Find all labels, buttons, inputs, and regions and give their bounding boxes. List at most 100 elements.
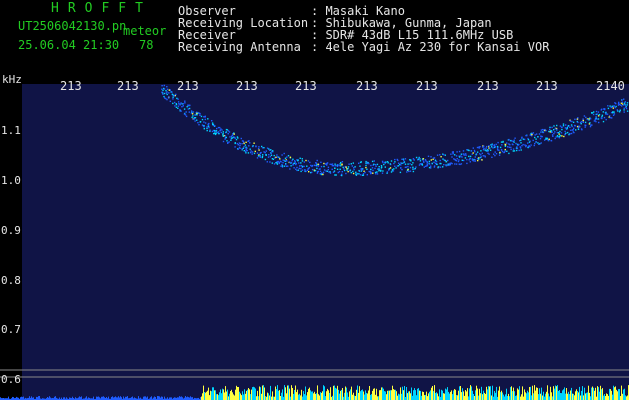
noise-bar <box>553 386 554 400</box>
noise-bar <box>234 395 235 400</box>
signal-pixel <box>166 86 168 88</box>
signal-pixel <box>337 171 339 174</box>
signal-pixel <box>273 163 276 165</box>
signal-pixel <box>471 153 473 155</box>
noise-bar <box>577 391 578 400</box>
noise-bar <box>242 391 243 400</box>
noise-bar <box>495 392 496 400</box>
signal-pixel <box>511 140 513 142</box>
noise-bar <box>465 390 466 400</box>
signal-pixel <box>206 126 208 128</box>
signal-pixel <box>442 153 445 156</box>
signal-pixel <box>174 101 176 104</box>
signal-pixel <box>256 152 259 154</box>
noise-bar <box>538 394 539 400</box>
signal-pixel <box>569 126 571 128</box>
noise-bar <box>516 395 517 400</box>
noise-bar <box>157 396 158 400</box>
noise-bar <box>391 390 392 400</box>
signal-pixel <box>597 111 600 113</box>
signal-pixel <box>609 117 611 119</box>
signal-pixel <box>228 131 231 133</box>
signal-pixel <box>595 120 597 123</box>
x-tick-label: 213 <box>416 79 438 93</box>
noise-bar <box>418 388 419 400</box>
x-tick-label: 213 <box>60 79 82 93</box>
signal-pixel <box>259 156 261 158</box>
noise-bar <box>450 391 451 400</box>
signal-pixel <box>300 164 302 167</box>
noise-bar <box>310 390 311 400</box>
signal-pixel <box>482 149 485 151</box>
signal-pixel <box>575 129 577 131</box>
signal-pixel <box>394 161 396 163</box>
signal-pixel <box>253 142 255 144</box>
signal-pixel <box>609 115 611 117</box>
noise-bar <box>309 387 310 400</box>
signal-pixel <box>408 170 410 173</box>
signal-pixel <box>515 142 517 145</box>
signal-pixel <box>584 121 587 124</box>
noise-bar <box>511 386 512 400</box>
noise-bar <box>549 396 550 400</box>
noise-bar <box>460 386 461 400</box>
noise-bar <box>603 395 604 400</box>
noise-bar <box>490 386 491 400</box>
signal-pixel <box>280 161 282 163</box>
noise-bar <box>446 389 447 400</box>
signal-pixel <box>290 161 293 164</box>
signal-pixel <box>488 147 491 149</box>
signal-pixel <box>245 150 247 153</box>
signal-pixel <box>296 166 298 169</box>
signal-pixel <box>348 170 351 172</box>
y-tick-label: 1.1 <box>1 124 21 137</box>
signal-pixel <box>286 160 288 162</box>
signal-pixel <box>546 137 548 140</box>
noise-bar <box>151 396 152 400</box>
signal-pixel <box>618 101 620 104</box>
signal-pixel <box>204 122 207 124</box>
noise-bar <box>292 388 293 400</box>
noise-bar <box>349 391 350 400</box>
noise-bar <box>533 393 534 400</box>
noise-bar <box>330 387 331 400</box>
signal-pixel <box>596 113 598 115</box>
signal-pixel <box>196 119 198 121</box>
noise-bar <box>541 387 542 400</box>
noise-bar <box>527 390 528 400</box>
signal-pixel <box>311 168 314 171</box>
signal-pixel <box>611 117 613 119</box>
signal-pixel <box>239 144 241 147</box>
signal-pixel <box>360 170 363 172</box>
signal-pixel <box>613 111 615 113</box>
signal-pixel <box>194 117 197 119</box>
signal-pixel <box>393 162 395 165</box>
y-tick-label: 0.6 <box>1 373 21 386</box>
signal-pixel <box>582 121 584 123</box>
signal-pixel <box>513 141 515 143</box>
signal-pixel <box>371 167 374 169</box>
signal-pixel <box>228 141 230 143</box>
noise-bar <box>298 394 299 400</box>
noise-bar <box>269 395 270 400</box>
signal-pixel <box>222 131 224 133</box>
noise-bar <box>423 392 424 400</box>
signal-pixel <box>362 174 365 176</box>
noise-bar <box>566 388 567 400</box>
signal-pixel <box>504 150 506 152</box>
noise-bar <box>204 392 205 400</box>
noise-bar <box>185 396 186 400</box>
noise-bar <box>374 388 375 400</box>
signal-pixel <box>167 97 170 99</box>
signal-pixel <box>352 172 355 175</box>
noise-bar <box>333 385 334 400</box>
signal-pixel <box>613 105 615 107</box>
noise-bar <box>337 385 338 400</box>
noise-bar <box>552 396 553 400</box>
signal-pixel <box>253 152 256 155</box>
signal-pixel <box>284 157 287 159</box>
noise-bar <box>419 390 420 400</box>
noise-bar <box>326 391 327 400</box>
signal-pixel <box>602 120 605 123</box>
signal-pixel <box>281 165 284 167</box>
